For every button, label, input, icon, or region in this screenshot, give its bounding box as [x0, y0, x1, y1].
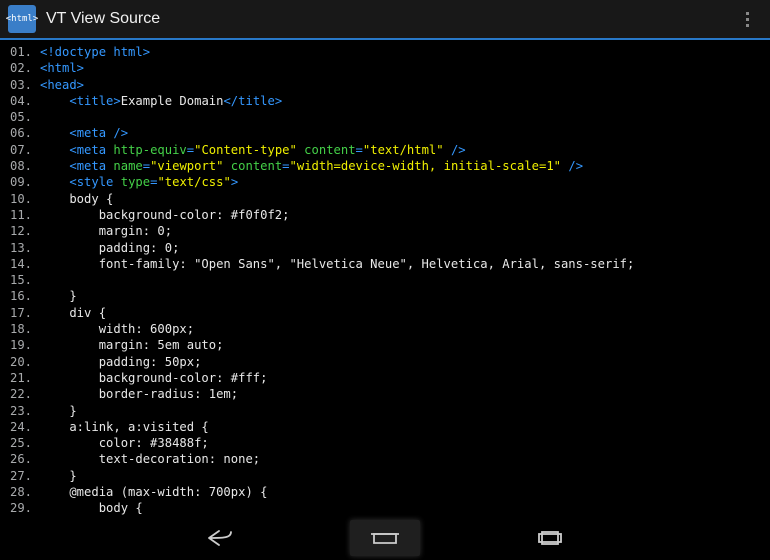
code-line: 22. border-radius: 1em; — [8, 386, 762, 402]
line-content — [40, 109, 762, 125]
back-button[interactable] — [185, 520, 255, 556]
code-line: 20. padding: 50px; — [8, 354, 762, 370]
code-line: 25. color: #38488f; — [8, 435, 762, 451]
line-number: 12. — [8, 223, 40, 239]
code-line: 26. text-decoration: none; — [8, 451, 762, 467]
line-content: body { — [40, 191, 762, 207]
line-number: 22. — [8, 386, 40, 402]
line-number: 14. — [8, 256, 40, 272]
line-number: 01. — [8, 44, 40, 60]
action-bar: <html> VT View Source — [0, 0, 770, 40]
line-number: 05. — [8, 109, 40, 125]
overflow-menu-button[interactable] — [732, 4, 762, 34]
line-content — [40, 272, 762, 288]
line-content: background-color: #fff; — [40, 370, 762, 386]
line-number: 20. — [8, 354, 40, 370]
line-content: <title>Example Domain</title> — [40, 93, 762, 109]
line-content: border-radius: 1em; — [40, 386, 762, 402]
code-line: 06. <meta /> — [8, 125, 762, 141]
code-line: 21. background-color: #fff; — [8, 370, 762, 386]
line-number: 18. — [8, 321, 40, 337]
code-line: 28. @media (max-width: 700px) { — [8, 484, 762, 500]
line-content: <meta http-equiv="Content-type" content=… — [40, 142, 762, 158]
back-icon — [203, 527, 237, 549]
line-content: color: #38488f; — [40, 435, 762, 451]
code-line: 13. padding: 0; — [8, 240, 762, 256]
line-content: <style type="text/css"> — [40, 174, 762, 190]
line-number: 15. — [8, 272, 40, 288]
app-icon: <html> — [8, 5, 36, 33]
line-content: } — [40, 468, 762, 484]
code-line: 03.<head> — [8, 77, 762, 93]
code-line: 24. a:link, a:visited { — [8, 419, 762, 435]
recent-icon — [533, 527, 567, 549]
line-number: 02. — [8, 60, 40, 76]
code-line: 16. } — [8, 288, 762, 304]
recent-apps-button[interactable] — [515, 520, 585, 556]
line-number: 26. — [8, 451, 40, 467]
code-line: 07. <meta http-equiv="Content-type" cont… — [8, 142, 762, 158]
line-content: <html> — [40, 60, 762, 76]
source-code-view[interactable]: 01.<!doctype html>02.<html>03.<head>04. … — [0, 40, 770, 518]
line-content: body { — [40, 500, 762, 516]
line-content: margin: 0; — [40, 223, 762, 239]
code-line: 02.<html> — [8, 60, 762, 76]
line-number: 09. — [8, 174, 40, 190]
line-content: <!doctype html> — [40, 44, 762, 60]
line-content: font-family: "Open Sans", "Helvetica Neu… — [40, 256, 762, 272]
line-content: <head> — [40, 77, 762, 93]
line-number: 03. — [8, 77, 40, 93]
line-number: 19. — [8, 337, 40, 353]
code-line: 29. body { — [8, 500, 762, 516]
line-number: 23. — [8, 403, 40, 419]
line-number: 04. — [8, 93, 40, 109]
line-number: 24. — [8, 419, 40, 435]
line-number: 10. — [8, 191, 40, 207]
line-number: 27. — [8, 468, 40, 484]
line-number: 28. — [8, 484, 40, 500]
code-line: 04. <title>Example Domain</title> — [8, 93, 762, 109]
app-title: VT View Source — [46, 10, 732, 28]
line-number: 13. — [8, 240, 40, 256]
line-content: div { — [40, 305, 762, 321]
code-line: 05. — [8, 109, 762, 125]
line-content: <meta name="viewport" content="width=dev… — [40, 158, 762, 174]
code-line: 14. font-family: "Open Sans", "Helvetica… — [8, 256, 762, 272]
home-button[interactable] — [350, 520, 420, 556]
code-line: 09. <style type="text/css"> — [8, 174, 762, 190]
code-line: 15. — [8, 272, 762, 288]
navigation-bar — [0, 518, 770, 558]
code-line: 17. div { — [8, 305, 762, 321]
line-content: padding: 50px; — [40, 354, 762, 370]
line-number: 21. — [8, 370, 40, 386]
code-line: 11. background-color: #f0f0f2; — [8, 207, 762, 223]
line-number: 25. — [8, 435, 40, 451]
line-number: 07. — [8, 142, 40, 158]
code-line: 23. } — [8, 403, 762, 419]
line-content: padding: 0; — [40, 240, 762, 256]
code-line: 01.<!doctype html> — [8, 44, 762, 60]
line-content: margin: 5em auto; — [40, 337, 762, 353]
line-content: @media (max-width: 700px) { — [40, 484, 762, 500]
line-content: background-color: #f0f0f2; — [40, 207, 762, 223]
line-number: 11. — [8, 207, 40, 223]
line-number: 29. — [8, 500, 40, 516]
line-content: width: 600px; — [40, 321, 762, 337]
code-line: 10. body { — [8, 191, 762, 207]
home-icon — [368, 527, 402, 549]
line-content: a:link, a:visited { — [40, 419, 762, 435]
code-line: 12. margin: 0; — [8, 223, 762, 239]
code-line: 18. width: 600px; — [8, 321, 762, 337]
line-number: 06. — [8, 125, 40, 141]
line-content: } — [40, 403, 762, 419]
code-line: 19. margin: 5em auto; — [8, 337, 762, 353]
line-number: 16. — [8, 288, 40, 304]
line-content: text-decoration: none; — [40, 451, 762, 467]
line-number: 08. — [8, 158, 40, 174]
code-line: 27. } — [8, 468, 762, 484]
line-content: } — [40, 288, 762, 304]
line-number: 17. — [8, 305, 40, 321]
code-line: 08. <meta name="viewport" content="width… — [8, 158, 762, 174]
line-content: <meta /> — [40, 125, 762, 141]
